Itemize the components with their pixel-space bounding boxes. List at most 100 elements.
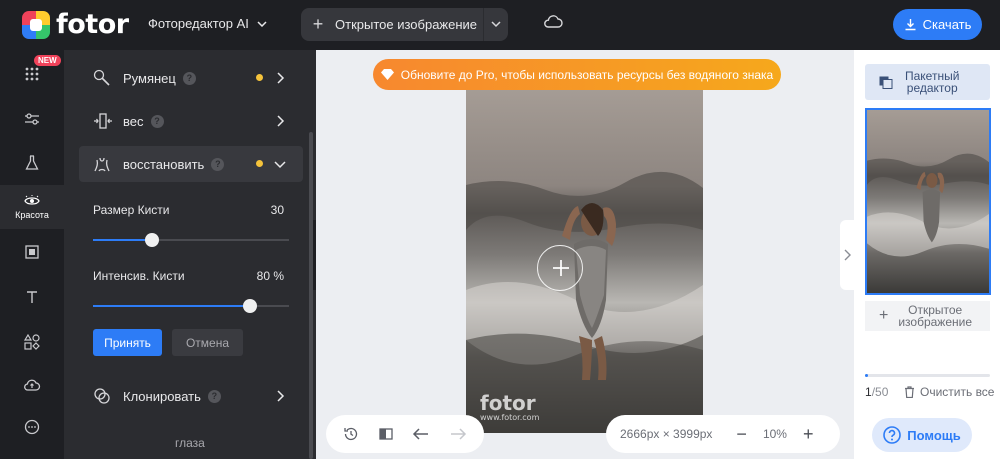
watermark: fotor www.fotor.com	[480, 391, 539, 422]
rail-beauty[interactable]: Красота	[0, 185, 64, 229]
ai-editor-menu[interactable]: Фоторедактор AI	[148, 16, 267, 31]
weight-icon	[93, 113, 119, 129]
brush-size-handle[interactable]	[145, 233, 159, 247]
restore-label: восстановить	[123, 156, 205, 172]
help-button[interactable]: Помощь	[872, 418, 972, 452]
zoom-out-button[interactable]: −	[736, 424, 747, 445]
cloud-icon[interactable]	[543, 14, 563, 28]
top-bar: fotor Фоторедактор AI + Открытое изображ…	[0, 0, 1000, 50]
more-icon	[24, 419, 40, 435]
chevron-right-icon	[844, 249, 851, 261]
redo-icon[interactable]	[449, 427, 467, 441]
frame-icon	[25, 245, 39, 259]
batch-icon	[879, 76, 893, 89]
fotor-logo-icon	[22, 10, 50, 39]
beauty-panel: Румянец ? вес ? восстановить ? Размер Ки…	[64, 50, 316, 459]
rail-templates[interactable]: NEW	[0, 52, 64, 96]
divider	[483, 8, 484, 41]
grid-icon	[25, 67, 39, 81]
photo-canvas[interactable]: fotor www.fotor.com	[466, 90, 703, 433]
apply-button[interactable]: Принять	[93, 329, 162, 356]
question-circle-icon	[883, 426, 902, 444]
brush-intensity-slider[interactable]	[93, 299, 289, 313]
zoom-in-button[interactable]: +	[803, 424, 814, 445]
canvas-toolbar-right: 2666px × 3999px − 10% +	[606, 415, 840, 453]
upgrade-banner[interactable]: Обновите до Pro, чтобы использовать ресу…	[373, 59, 781, 90]
status-dot	[256, 74, 263, 81]
chevron-down-icon[interactable]	[489, 17, 503, 31]
clear-all-button[interactable]: Очистить все	[904, 385, 994, 399]
history-icon[interactable]	[343, 426, 359, 442]
watermark-url: www.fotor.com	[480, 413, 540, 422]
chevron-down-icon	[274, 161, 286, 169]
panel-scrollbar[interactable]	[309, 132, 313, 459]
help-icon[interactable]: ?	[207, 389, 221, 403]
restore-row[interactable]: восстановить ?	[79, 146, 303, 182]
status-dot	[256, 160, 263, 167]
batch-editor-button[interactable]: Пакетный редактор	[865, 64, 990, 100]
image-thumbnail[interactable]	[865, 108, 991, 295]
ai-editor-label: Фоторедактор AI	[148, 16, 249, 31]
download-button[interactable]: Скачать	[893, 9, 982, 40]
watermark-text: fotor	[480, 391, 536, 415]
add-image-label: Открытое изображение	[898, 304, 972, 328]
rail-frames[interactable]	[0, 230, 64, 274]
chevron-right-icon	[277, 115, 285, 127]
plus-icon: +	[312, 14, 324, 34]
photo-subject	[466, 171, 703, 433]
clear-all-label: Очистить все	[920, 385, 995, 399]
open-image-button[interactable]: + Открытое изображение	[301, 8, 508, 41]
clone-label: Клонировать	[123, 388, 201, 404]
rail-text[interactable]	[0, 275, 64, 319]
brush-intensity-handle[interactable]	[243, 299, 257, 313]
brush-intensity-value: 80 %	[256, 269, 284, 283]
new-badge: NEW	[34, 55, 61, 66]
brush-size-label: Размер Кисти	[93, 203, 170, 217]
rail-upload[interactable]	[0, 363, 64, 407]
weight-row[interactable]: вес ?	[79, 103, 303, 139]
shapes-icon	[24, 334, 40, 350]
batch-editor-label: Пакетный редактор	[905, 70, 959, 94]
fotor-logo[interactable]: fotor	[22, 9, 129, 40]
image-count: 1/50	[865, 385, 888, 399]
collapse-right-panel-button[interactable]	[840, 220, 854, 290]
image-count-progress	[865, 374, 990, 377]
eyes-section-label: глаза	[175, 436, 205, 450]
help-icon[interactable]: ?	[150, 114, 164, 128]
clone-row[interactable]: Клонировать ?	[79, 378, 303, 414]
weight-label: вес	[123, 113, 144, 129]
cancel-button[interactable]: Отмена	[172, 329, 243, 356]
blush-row[interactable]: Румянец ?	[79, 60, 303, 96]
diamond-icon	[380, 69, 394, 80]
rail-more[interactable]	[0, 405, 64, 449]
rail-adjust[interactable]	[0, 97, 64, 141]
batch-editor-label-2: редактор	[906, 81, 958, 95]
brush-cursor	[537, 245, 583, 291]
sliders-icon	[25, 113, 39, 125]
trash-icon	[905, 386, 914, 398]
thumbnail-subject	[867, 153, 989, 257]
compare-icon[interactable]	[378, 426, 394, 442]
open-image-label: Открытое изображение	[335, 17, 478, 32]
chevron-right-icon	[277, 72, 285, 84]
eye-icon	[24, 194, 40, 205]
chevron-down-icon	[257, 20, 267, 27]
add-image-button[interactable]: + Открытое изображение	[865, 301, 990, 331]
image-count-total: /50	[871, 385, 889, 399]
image-count-progress-fill	[865, 374, 868, 377]
help-icon[interactable]: ?	[211, 157, 225, 171]
blush-label: Румянец	[123, 70, 176, 86]
brush-size-slider[interactable]	[93, 233, 289, 247]
help-icon[interactable]: ?	[182, 71, 196, 85]
rail-effects[interactable]	[0, 141, 64, 185]
image-dimensions: 2666px × 3999px	[620, 427, 713, 441]
clone-icon	[93, 387, 119, 405]
right-panel: Пакетный редактор + Открытое изображение…	[854, 50, 1000, 459]
download-icon	[905, 19, 916, 31]
download-label: Скачать	[922, 17, 972, 32]
brush-size-value: 30	[270, 203, 284, 217]
undo-icon[interactable]	[412, 427, 430, 441]
rail-elements[interactable]	[0, 320, 64, 364]
upgrade-banner-text: Обновите до Pro, чтобы использовать ресу…	[400, 67, 774, 82]
cloud-upload-icon	[24, 379, 41, 391]
